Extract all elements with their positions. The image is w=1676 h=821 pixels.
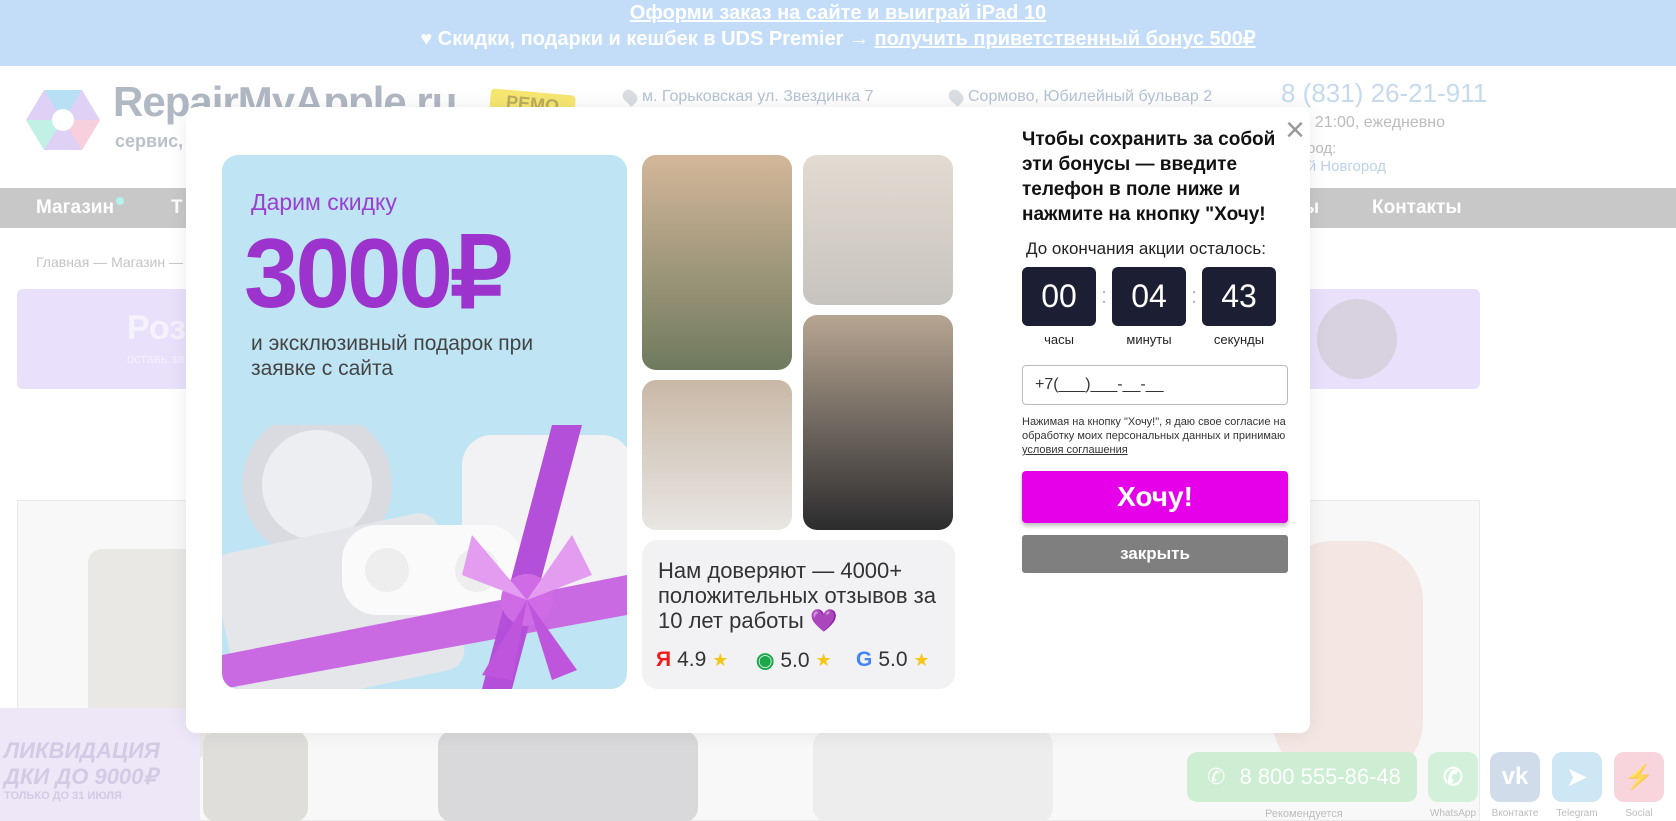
timer-minutes: 04 минуты — [1112, 267, 1186, 347]
timer-hours-value: 00 — [1022, 267, 1096, 326]
phone-input[interactable] — [1022, 365, 1288, 405]
rating-value: 4.9 — [677, 648, 707, 671]
rating-yandex: Я 4.9 ★ — [656, 648, 728, 672]
countdown-timer: 00 часы : 04 минуты : 43 секунды — [1022, 267, 1290, 347]
customer-photo-4 — [803, 315, 953, 530]
gift-amount: 3000₽ — [244, 218, 512, 328]
reviews-text: Нам доверяют — 4000+ положительных отзыв… — [658, 558, 936, 633]
consent-body: Нажимая на кнопку "Хочу!", я даю свое со… — [1022, 416, 1286, 442]
timer-minutes-value: 04 — [1112, 267, 1186, 326]
timer-hours: 00 часы — [1022, 267, 1096, 347]
rating-value: 5.0 — [878, 648, 908, 671]
gift-description: и эксклюзивный подарок при заявке с сайт… — [251, 332, 534, 380]
timer-separator: : — [1190, 283, 1198, 308]
yandex-icon: Я — [656, 648, 672, 671]
rating-2gis: ◉ 5.0 ★ — [756, 648, 832, 673]
bonus-modal: × Дарим скидку 3000₽ и эксклюзивный пода… — [186, 107, 1310, 733]
reviews-card: Нам доверяют — 4000+ положительных отзыв… — [642, 540, 955, 689]
gift-illustration — [222, 425, 627, 689]
gift-card: Дарим скидку 3000₽ и эксклюзивный подаро… — [222, 155, 627, 689]
timer-hours-label: часы — [1044, 332, 1074, 347]
2gis-icon: ◉ — [756, 649, 775, 672]
consent-text: Нажимая на кнопку "Хочу!", я даю свое со… — [1022, 415, 1290, 457]
star-icon: ★ — [913, 649, 930, 670]
terms-link[interactable]: условия соглашения — [1022, 444, 1128, 456]
countdown-label: До окончания акции осталось: — [1026, 239, 1266, 258]
timer-minutes-label: минуты — [1126, 332, 1172, 347]
rating-google: G 5.0 ★ — [856, 648, 930, 672]
timer-seconds-value: 43 — [1202, 267, 1276, 326]
timer-seconds-label: секунды — [1213, 332, 1265, 347]
want-button[interactable]: Хочу! — [1022, 471, 1288, 523]
customer-photo-3 — [642, 380, 792, 530]
timer-seconds: 43 секунды — [1202, 267, 1276, 347]
rating-value: 5.0 — [780, 648, 810, 672]
customer-photo-2 — [803, 155, 953, 305]
close-button[interactable]: закрыть — [1022, 535, 1288, 573]
star-icon: ★ — [815, 650, 832, 670]
gift-kicker: Дарим скидку — [251, 189, 397, 215]
star-icon: ★ — [712, 649, 729, 670]
form-title: Чтобы сохранить за собой эти бонусы — вв… — [1022, 129, 1276, 225]
google-icon: G — [856, 648, 873, 671]
customer-photo-1 — [642, 155, 792, 370]
timer-separator: : — [1100, 283, 1108, 308]
lead-form: Чтобы сохранить за собой эти бонусы — вв… — [1022, 121, 1290, 573]
